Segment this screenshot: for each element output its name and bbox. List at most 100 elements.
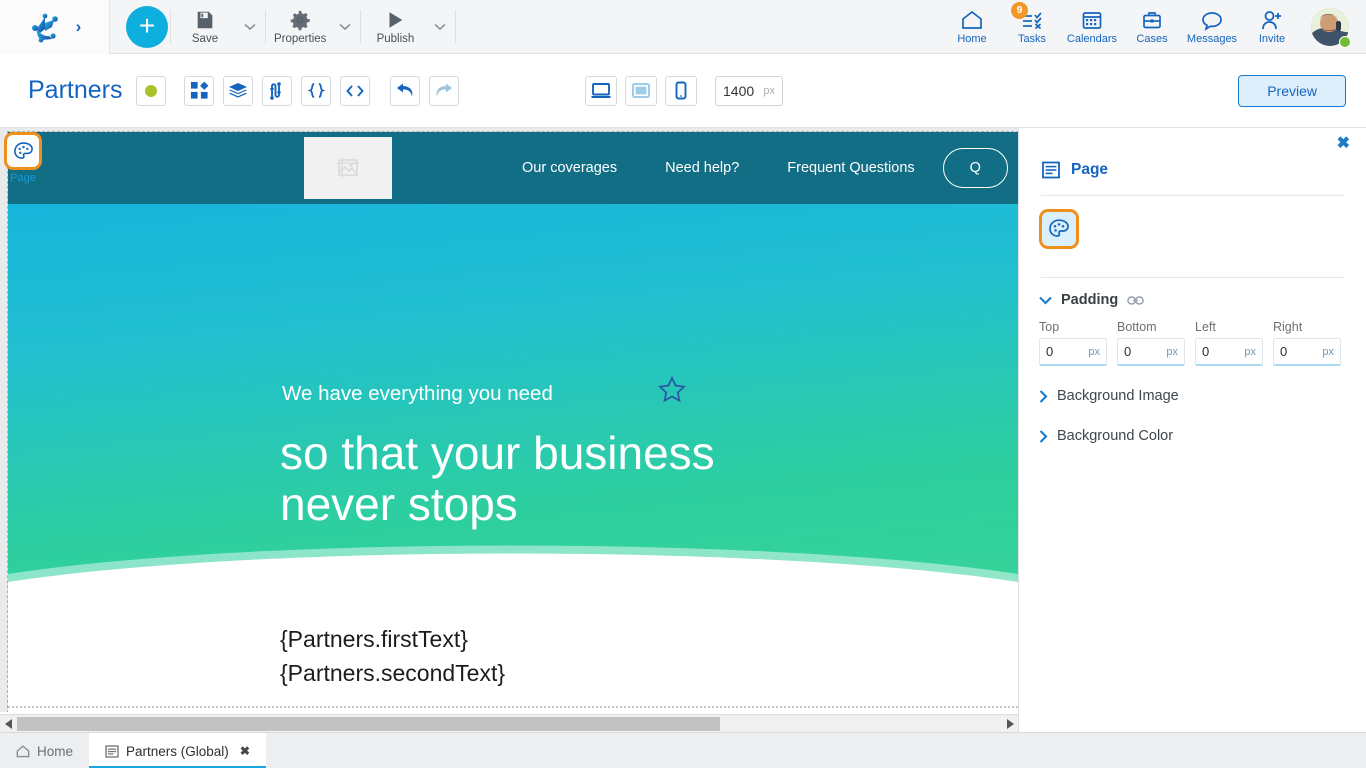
nav-item-invite[interactable]: Invite bbox=[1242, 0, 1302, 54]
padding-left-input[interactable]: 0 px bbox=[1195, 338, 1263, 366]
properties-button[interactable]: Properties bbox=[268, 0, 332, 54]
hero-section[interactable]: We have everything you need so that your… bbox=[8, 204, 1018, 608]
canvas-viewport: Our coverages Need help? Frequent Questi… bbox=[0, 128, 1018, 712]
chevron-down-icon bbox=[1039, 296, 1052, 304]
code-button[interactable] bbox=[340, 75, 371, 106]
token-block[interactable]: {Partners.firstText} {Partners.secondTex… bbox=[280, 622, 1018, 690]
nodes-logo[interactable] bbox=[28, 11, 62, 43]
page-canvas[interactable]: Our coverages Need help? Frequent Questi… bbox=[7, 131, 1018, 712]
briefcase-icon bbox=[1141, 9, 1163, 31]
variables-button[interactable] bbox=[262, 75, 293, 106]
padding-section-header[interactable]: Padding bbox=[1019, 278, 1366, 308]
preview-button[interactable]: Preview bbox=[1238, 74, 1346, 107]
link-icon[interactable] bbox=[1127, 295, 1145, 306]
floppy-disk-icon bbox=[197, 11, 213, 28]
site-nav-link[interactable]: Frequent Questions bbox=[787, 160, 914, 176]
divider bbox=[455, 9, 457, 44]
nav-label: Messages bbox=[1186, 32, 1238, 45]
components-button[interactable] bbox=[184, 75, 215, 106]
device-mobile-button[interactable] bbox=[665, 75, 697, 106]
nav-item-home[interactable]: Home bbox=[942, 0, 1002, 54]
hero-wave-divider bbox=[8, 545, 1018, 608]
section-label: Background Image bbox=[1057, 388, 1179, 404]
add-button[interactable]: + bbox=[126, 5, 168, 48]
braces-button[interactable] bbox=[301, 75, 332, 106]
canvas-width-input[interactable]: 1400 px bbox=[715, 75, 783, 106]
tab-label: Home bbox=[37, 743, 74, 759]
publish-button[interactable]: Publish bbox=[363, 0, 427, 54]
scrollbar-track[interactable] bbox=[17, 716, 1001, 731]
tab-home[interactable]: Home bbox=[0, 733, 89, 768]
save-dropdown-caret[interactable] bbox=[237, 0, 263, 54]
redo-icon bbox=[437, 83, 453, 96]
site-nav-link[interactable]: Our coverages bbox=[522, 160, 617, 176]
page-selection-badge: Page bbox=[4, 132, 42, 184]
hero-headline-line1: so that your business bbox=[280, 427, 715, 479]
divider bbox=[265, 9, 266, 44]
editor-toolbar: Partners 1400 px Preview bbox=[0, 54, 1366, 128]
panel-header: Page bbox=[1019, 128, 1366, 180]
document-tabbar: Home Partners (Global) ✖ bbox=[0, 732, 1366, 768]
field-value: 0 bbox=[1202, 344, 1210, 359]
background-image-section-header[interactable]: Background Image bbox=[1019, 366, 1366, 404]
nav-item-messages[interactable]: Messages bbox=[1182, 0, 1242, 54]
palette-icon bbox=[13, 141, 33, 159]
chevron-right-icon[interactable]: › bbox=[76, 18, 82, 35]
style-palette-button[interactable] bbox=[1039, 209, 1079, 249]
close-icon[interactable]: ✖ bbox=[240, 744, 250, 758]
avatar[interactable] bbox=[1302, 0, 1358, 54]
nav-item-calendars[interactable]: Calendars bbox=[1062, 0, 1122, 54]
padding-field-top: Top 0 px bbox=[1039, 320, 1107, 366]
site-nav-cta-button[interactable]: Q bbox=[942, 148, 1008, 188]
publish-dropdown-caret[interactable] bbox=[427, 0, 453, 54]
background-color-section-header[interactable]: Background Color bbox=[1019, 404, 1366, 444]
arrow-right-icon[interactable] bbox=[1001, 715, 1018, 733]
home-icon bbox=[960, 9, 984, 31]
page-style-button[interactable] bbox=[4, 132, 42, 170]
padding-right-input[interactable]: 0 px bbox=[1273, 338, 1341, 366]
nav-label: Home bbox=[957, 32, 987, 45]
canvas-horizontal-scrollbar[interactable] bbox=[0, 714, 1018, 732]
star-outline-icon[interactable] bbox=[658, 376, 686, 408]
site-navbar[interactable]: Our coverages Need help? Frequent Questi… bbox=[8, 132, 1018, 204]
nav-item-cases[interactable]: Cases bbox=[1122, 0, 1182, 54]
properties-group: Properties bbox=[268, 0, 358, 54]
field-unit: px bbox=[1088, 345, 1100, 358]
play-icon bbox=[389, 11, 403, 28]
hero-headline: so that your business never stops bbox=[280, 428, 715, 529]
close-icon[interactable]: ✖ bbox=[1337, 136, 1350, 152]
status-indicator-button[interactable] bbox=[136, 75, 167, 106]
properties-dropdown-caret[interactable] bbox=[332, 0, 358, 54]
scrollbar-thumb[interactable] bbox=[17, 716, 720, 731]
divider bbox=[170, 9, 171, 44]
site-nav-link[interactable]: Need help? bbox=[665, 160, 739, 176]
field-label: Top bbox=[1039, 320, 1060, 334]
content-section[interactable]: {Partners.firstText} {Partners.secondTex… bbox=[8, 608, 1018, 712]
padding-label: Padding bbox=[1061, 292, 1119, 308]
page-badge-label: Page bbox=[10, 172, 36, 184]
site-logo-placeholder[interactable] bbox=[304, 137, 392, 199]
padding-field-left: Left 0 px bbox=[1195, 320, 1263, 366]
components-grid-icon bbox=[190, 81, 209, 99]
undo-button[interactable] bbox=[390, 75, 421, 106]
hero-kicker: We have everything you need bbox=[282, 382, 553, 405]
desktop-icon bbox=[591, 83, 611, 98]
padding-top-input[interactable]: 0 px bbox=[1039, 338, 1107, 366]
tab-partners-global[interactable]: Partners (Global) ✖ bbox=[89, 733, 266, 768]
field-unit: px bbox=[1166, 345, 1178, 358]
padding-field-right: Right 0 px bbox=[1273, 320, 1341, 366]
device-desktop-button[interactable] bbox=[585, 75, 617, 106]
layers-button[interactable] bbox=[223, 75, 254, 106]
nav-item-tasks[interactable]: 9 Tasks bbox=[1002, 0, 1062, 54]
properties-label: Properties bbox=[274, 32, 327, 45]
padding-bottom-input[interactable]: 0 px bbox=[1117, 338, 1185, 366]
nav-label: Tasks bbox=[1017, 32, 1047, 45]
redo-button[interactable] bbox=[429, 75, 460, 106]
global-nav-icons: Home 9 Tasks Calendars Cases Messages In… bbox=[942, 0, 1366, 54]
device-tablet-button[interactable] bbox=[625, 75, 657, 106]
save-button[interactable]: Save bbox=[173, 0, 237, 54]
arrow-left-icon[interactable] bbox=[0, 715, 17, 733]
field-value: 0 bbox=[1280, 344, 1288, 359]
field-label: Left bbox=[1195, 320, 1216, 334]
logo-zone: › bbox=[0, 0, 110, 54]
